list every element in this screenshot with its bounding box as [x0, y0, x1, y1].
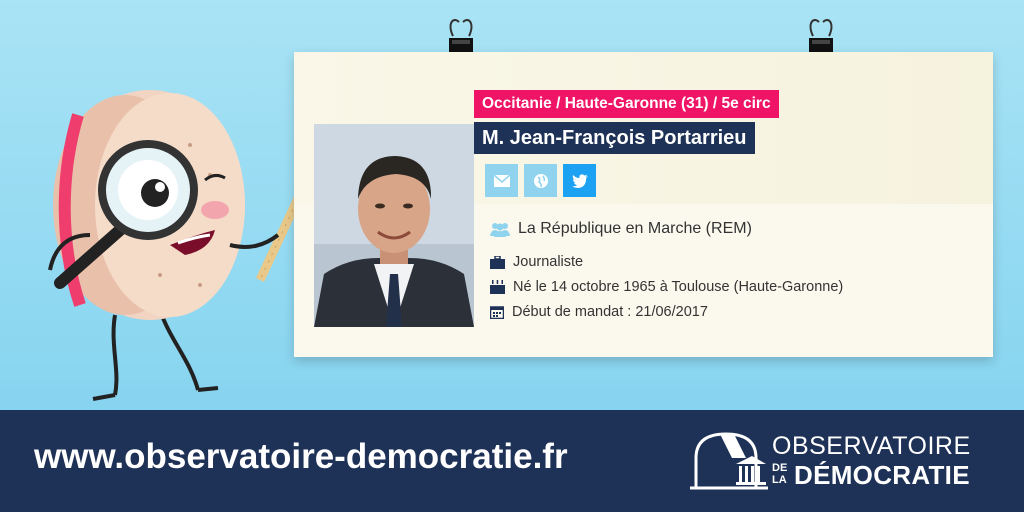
group-users-icon [490, 223, 510, 237]
profession-label: Journaliste [513, 254, 584, 270]
mandate-row: Début de mandat : 21/06/2017 [490, 304, 708, 320]
social-links [485, 164, 596, 197]
deputy-portrait [314, 124, 474, 327]
birthday-cake-icon [490, 280, 505, 294]
website-button[interactable] [524, 164, 557, 197]
deputy-card: Occitanie / Haute-Garonne (31) / 5e circ… [294, 52, 993, 357]
birth-label: Né le 14 octobre 1965 à Toulouse (Haute-… [513, 279, 844, 295]
birth-row: Né le 14 octobre 1965 à Toulouse (Haute-… [490, 279, 843, 295]
globe-icon [533, 173, 548, 188]
macaron-mascot-illustration [48, 90, 335, 401]
party-label: La République en Marche (REM) [518, 220, 752, 237]
observatory-icon [690, 432, 768, 490]
twitter-icon [571, 173, 588, 188]
logo-prefix-de: DE [772, 462, 788, 474]
website-url[interactable]: www.observatoire-democratie.fr [34, 437, 568, 477]
logo-title: OBSERVATOIRE [772, 432, 971, 460]
deputy-name: M. Jean-François Portarrieu [474, 122, 755, 154]
envelope-icon [493, 174, 510, 187]
observatoire-logo: OBSERVATOIRE DE LA DÉMOCRATIE [690, 426, 1000, 498]
party-row: La République en Marche (REM) [490, 220, 752, 238]
email-button[interactable] [485, 164, 518, 197]
logo-prefix: DE LA [772, 462, 794, 486]
logo-prefix-la: LA [772, 474, 787, 486]
calendar-icon [490, 306, 504, 319]
briefcase-icon [490, 255, 505, 269]
mandate-label: Début de mandat : 21/06/2017 [512, 304, 708, 320]
twitter-button[interactable] [563, 164, 596, 197]
footer-bar: www.observatoire-democratie.fr OBSERVATO… [0, 410, 1024, 512]
profession-row: Journaliste [490, 254, 583, 270]
logo-subtitle: DÉMOCRATIE [794, 460, 970, 490]
region-badge: Occitanie / Haute-Garonne (31) / 5e circ [474, 90, 779, 118]
